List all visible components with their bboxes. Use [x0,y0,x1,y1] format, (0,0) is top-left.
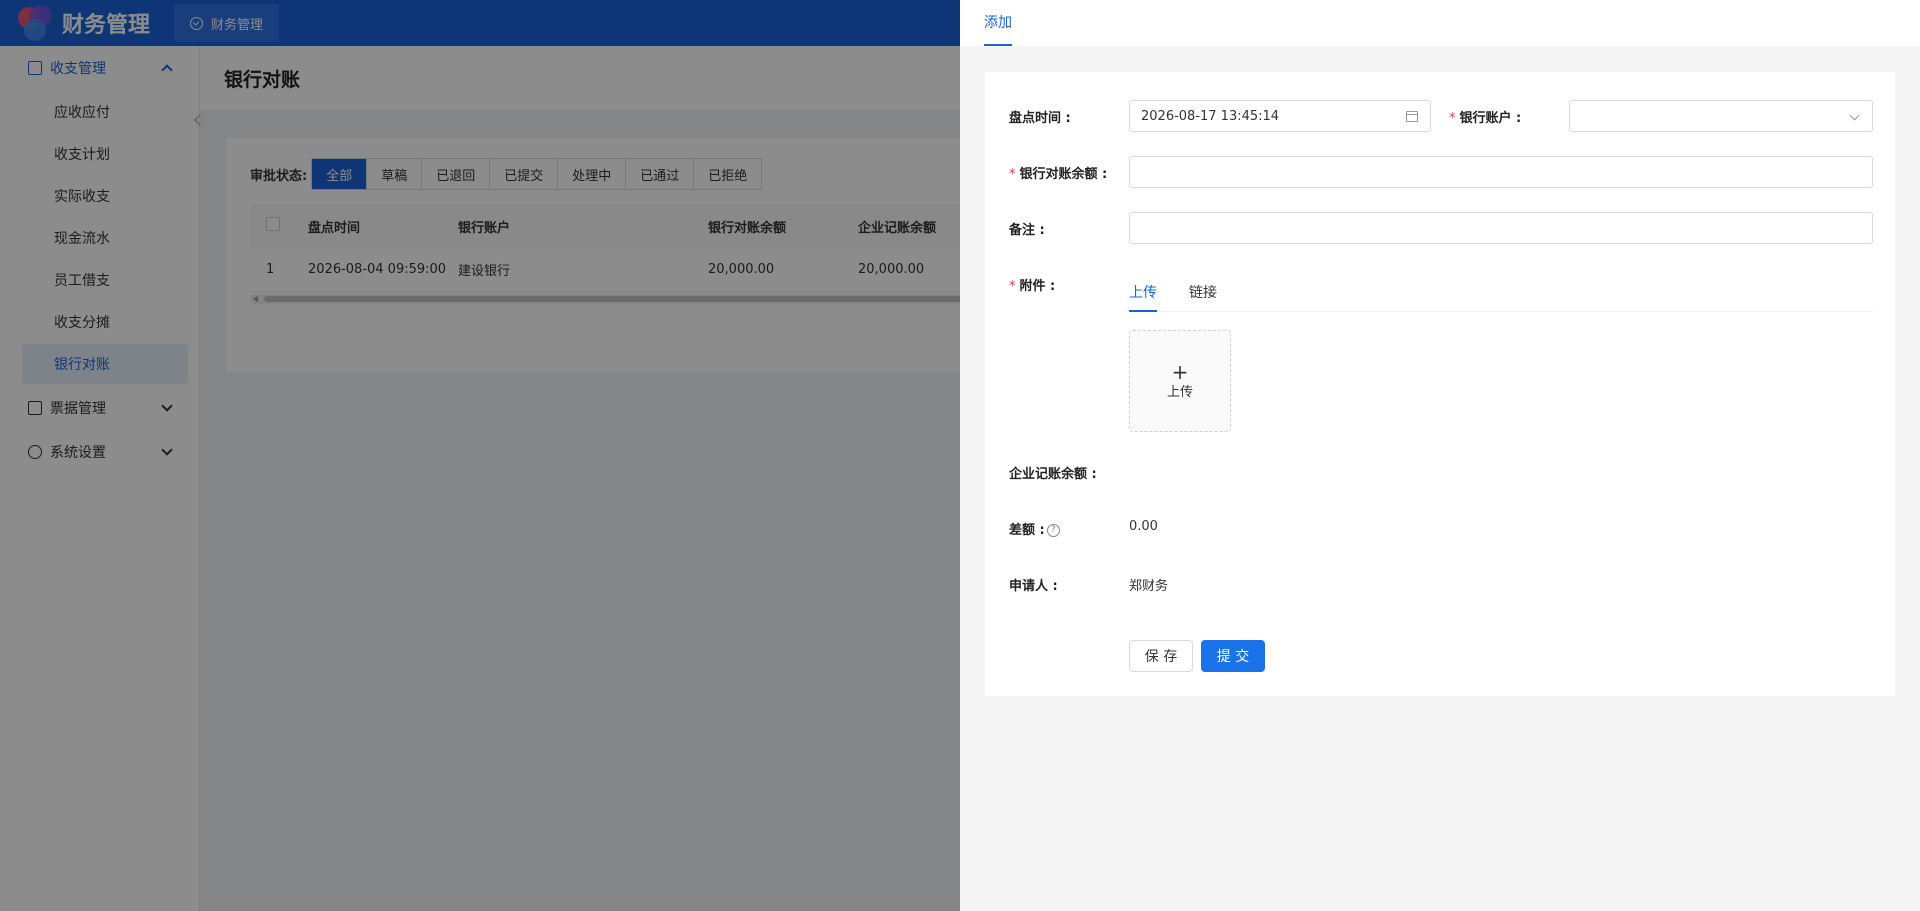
tab-link[interactable]: 链接 [1189,272,1217,312]
drawer-mask[interactable] [0,0,960,911]
company-balance-label: 企业记账余额 : [1009,467,1097,482]
time-label: 盘点时间 : [1009,111,1071,126]
time-value: 2026-08-17 13:45:14 [1141,108,1280,124]
attachment-label: * 附件 : [1009,279,1056,294]
calendar-icon [1406,111,1418,122]
form-card: 盘点时间 : 2026-08-17 13:45:14 * 银行账户 : * 银行对账… [985,72,1895,696]
time-picker[interactable]: 2026-08-17 13:45:14 [1129,100,1431,132]
drawer-tabs: 添加 [960,0,1920,46]
chevron-down-icon [1849,110,1860,121]
attachment-tabs: 上传 链接 [1129,272,1873,312]
plus-icon: + [1171,359,1189,384]
tab-upload[interactable]: 上传 [1129,272,1157,312]
account-label-text: 银行账户 : [1459,111,1522,126]
tab-add[interactable]: 添加 [984,12,1012,46]
add-drawer: 添加 盘点时间 : 2026-08-17 13:45:14 * 银行账户 : * 银… [960,0,1920,911]
diff-value: 0.00 [1129,519,1158,534]
attachment-label-text: 附件 : [1019,279,1056,294]
bank-balance-label-text: 银行对账余额 : [1019,167,1108,182]
bank-balance-input[interactable] [1129,156,1873,188]
diff-label-text: 差额 : [1009,523,1045,538]
help-icon[interactable]: ? [1046,524,1060,537]
applicant-value: 郑财务 [1129,579,1169,594]
account-select[interactable] [1569,100,1873,132]
remark-label: 备注 : [1009,223,1045,238]
submit-button[interactable]: 提 交 [1201,640,1265,672]
remark-input[interactable] [1129,212,1873,244]
bank-balance-label: * 银行对账余额 : [1009,167,1108,182]
upload-text: 上传 [1166,384,1193,400]
save-button[interactable]: 保 存 [1129,640,1193,672]
account-label: * 银行账户 : [1449,111,1522,126]
applicant-label: 申请人 : [1009,579,1058,594]
diff-label: 差额 :? [1009,519,1060,538]
upload-button[interactable]: + 上传 [1129,330,1231,432]
